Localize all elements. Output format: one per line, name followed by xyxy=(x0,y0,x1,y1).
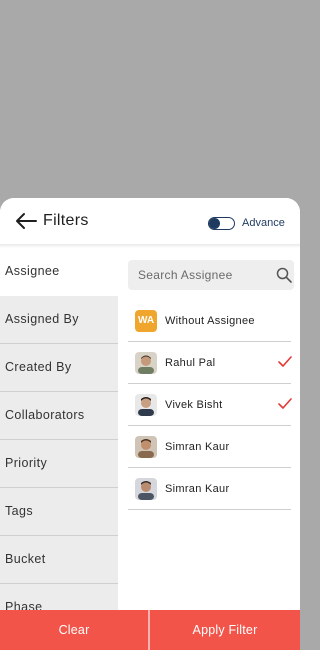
category-label: Tags xyxy=(5,504,34,518)
clear-button[interactable]: Clear xyxy=(0,610,148,650)
category-label: Created By xyxy=(5,360,72,374)
avatar xyxy=(135,352,157,374)
filters-bottom-sheet: Filters Advance Assignee Assigned By Cre… xyxy=(0,198,300,650)
category-tags[interactable]: Tags xyxy=(0,488,118,536)
filter-category-list: Assignee Assigned By Created By Collabor… xyxy=(0,248,118,632)
assignee-name: Without Assignee xyxy=(165,315,255,327)
page-title: Filters xyxy=(43,212,89,229)
checkmark-icon xyxy=(278,398,292,409)
assignee-name: Vivek Bisht xyxy=(165,399,223,411)
category-assignee[interactable]: Assignee xyxy=(0,248,118,296)
assignee-row-without-assignee[interactable]: WA Without Assignee xyxy=(128,300,291,342)
back-button[interactable] xyxy=(14,212,38,230)
search-icon[interactable] xyxy=(276,267,292,283)
avatar: WA xyxy=(135,310,157,332)
category-label: Assigned By xyxy=(5,312,79,326)
assignee-row-simran-kaur[interactable]: Simran Kaur xyxy=(128,426,291,468)
category-label: Bucket xyxy=(5,552,46,566)
category-created-by[interactable]: Created By xyxy=(0,344,118,392)
avatar xyxy=(135,394,157,416)
avatar xyxy=(135,478,157,500)
category-assigned-by[interactable]: Assigned By xyxy=(0,296,118,344)
dimmed-backdrop[interactable] xyxy=(0,0,300,205)
category-bucket[interactable]: Bucket xyxy=(0,536,118,584)
apply-filter-button[interactable]: Apply Filter xyxy=(150,610,300,650)
assignee-name: Rahul Pal xyxy=(165,357,216,369)
arrow-left-icon xyxy=(16,213,37,229)
assignee-row-vivek-bisht[interactable]: Vivek Bisht xyxy=(128,384,292,426)
advance-toggle[interactable] xyxy=(208,217,235,230)
avatar xyxy=(135,436,157,458)
category-label: Collaborators xyxy=(5,408,85,422)
action-footer: Clear Apply Filter xyxy=(0,610,300,650)
checkmark-icon xyxy=(278,356,292,367)
sheet-header: Filters Advance xyxy=(0,198,300,246)
assignee-row-simran-kaur[interactable]: Simran Kaur xyxy=(128,468,291,510)
search-input[interactable] xyxy=(138,266,263,284)
assignee-name: Simran Kaur xyxy=(165,483,230,495)
toggle-knob xyxy=(209,218,220,229)
search-box xyxy=(128,260,294,290)
assignee-row-rahul-pal[interactable]: Rahul Pal xyxy=(128,342,292,384)
category-label: Assignee xyxy=(5,264,60,278)
assignee-name: Simran Kaur xyxy=(165,441,230,453)
category-priority[interactable]: Priority xyxy=(0,440,118,488)
category-collaborators[interactable]: Collaborators xyxy=(0,392,118,440)
category-label: Priority xyxy=(5,456,48,470)
advance-label: Advance xyxy=(242,217,285,229)
assignee-options-panel: WA Without Assignee Rahul Pal Vivek Bish… xyxy=(118,248,300,610)
